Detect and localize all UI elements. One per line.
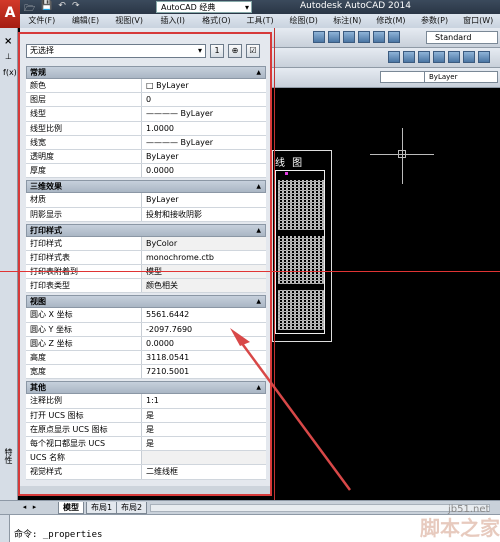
tab-navigation: ◂ ▸ [20,503,39,511]
watermark-logo: 脚本之家 [420,516,500,540]
prev-tab-icon[interactable]: ◂ [20,503,29,511]
tab-layout1[interactable]: 布局1 [86,502,118,514]
command-history: 命令: _properties [14,530,103,540]
tab-layout2[interactable]: 布局2 [116,502,148,514]
command-line-grip[interactable] [0,515,10,542]
next-tab-icon[interactable]: ▸ [30,503,39,511]
annotation-arrow [230,328,352,491]
horizontal-scrollbar[interactable] [150,504,490,512]
tab-model[interactable]: 模型 [58,502,84,514]
app-menu-button[interactable]: A [0,0,20,28]
